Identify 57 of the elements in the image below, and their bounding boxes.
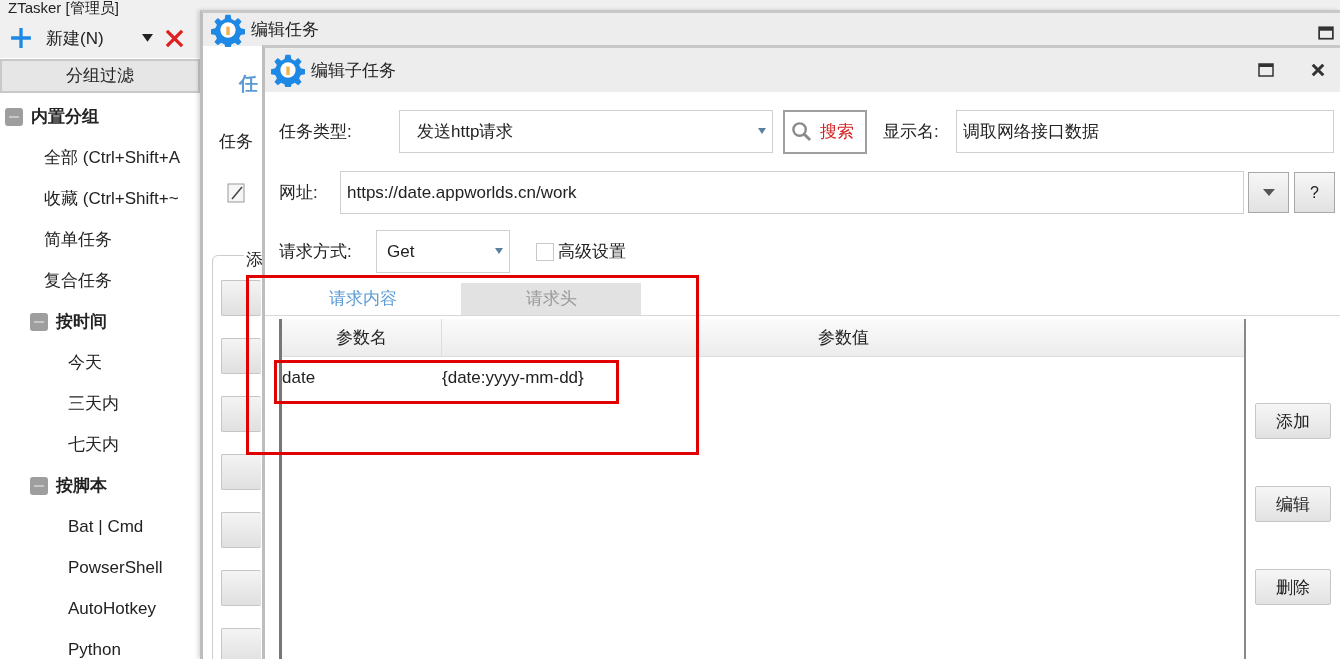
- tree-item[interactable]: 三天内: [68, 392, 119, 415]
- tree-item[interactable]: 简单任务: [44, 228, 112, 251]
- collapse-icon[interactable]: [30, 312, 48, 331]
- url-field[interactable]: https://date.appworlds.cn/work: [340, 171, 1244, 214]
- tree-item[interactable]: 七天内: [68, 433, 119, 456]
- column-header[interactable]: 参数值: [442, 319, 1244, 356]
- maximize-icon[interactable]: [1258, 63, 1274, 77]
- side-button[interactable]: [221, 338, 261, 374]
- collapse-icon[interactable]: [30, 476, 48, 495]
- action-button[interactable]: 删除: [1255, 569, 1331, 605]
- display-name-field[interactable]: 调取网络接口数据: [956, 110, 1334, 153]
- tree-group[interactable]: 按时间: [56, 310, 107, 333]
- checkbox-label[interactable]: 高级设置: [558, 240, 626, 263]
- search-button[interactable]: 搜索: [783, 109, 867, 154]
- caret-icon: [758, 128, 766, 134]
- group-filter-header[interactable]: 分组过滤: [0, 59, 200, 93]
- task-type-dropdown[interactable]: 发送http请求: [399, 110, 773, 153]
- field-label: 请求方式:: [279, 241, 353, 263]
- close-icon[interactable]: [1310, 63, 1326, 77]
- tree-group[interactable]: 内置分组: [31, 105, 99, 128]
- search-icon: [791, 121, 812, 142]
- plus-icon: [10, 27, 32, 49]
- tree-item[interactable]: PowserShell: [68, 557, 163, 578]
- maximize-icon[interactable]: [1318, 26, 1334, 40]
- field-label: 网址:: [279, 182, 319, 204]
- tree-item[interactable]: Bat | Cmd: [68, 516, 144, 537]
- tree-item[interactable]: 收藏 (Ctrl+Shift+~: [44, 187, 179, 210]
- table-cell: date: [282, 368, 316, 388]
- action-button[interactable]: 编辑: [1255, 486, 1331, 522]
- side-button[interactable]: [221, 396, 261, 432]
- side-button[interactable]: [221, 280, 261, 316]
- delete-icon[interactable]: [164, 28, 184, 48]
- dropdown-caret-icon[interactable]: [141, 33, 153, 43]
- tree-item[interactable]: 全部 (Ctrl+Shift+A: [44, 146, 181, 169]
- tree-item[interactable]: Python: [68, 639, 121, 659]
- app-logo-icon: [271, 53, 305, 87]
- column-header[interactable]: 参数名: [282, 319, 442, 356]
- table-cell: {date:yyyy-mm-dd}: [442, 368, 584, 388]
- caret-icon: [495, 248, 503, 254]
- field-label: 显示名:: [883, 121, 940, 143]
- window-title: 编辑子任务: [311, 59, 396, 82]
- tree-item[interactable]: AutoHotkey: [68, 598, 156, 619]
- help-button[interactable]: ?: [1294, 172, 1335, 213]
- caret-icon: [1262, 189, 1275, 196]
- tree-group[interactable]: 按脚本: [56, 474, 107, 497]
- checkbox[interactable]: [536, 242, 554, 261]
- dropdown-button[interactable]: [1248, 172, 1289, 213]
- collapse-icon[interactable]: [5, 107, 23, 126]
- field-label: 任务: [219, 131, 253, 153]
- window-title: 编辑任务: [251, 19, 319, 41]
- pencil-icon[interactable]: [227, 182, 247, 204]
- tree-item[interactable]: 复合任务: [44, 269, 112, 292]
- action-button[interactable]: 添加: [1255, 403, 1331, 439]
- field-label: 任务类型:: [279, 121, 353, 143]
- new-button[interactable]: 新建(N): [10, 23, 104, 53]
- tree-item[interactable]: 今天: [68, 351, 102, 374]
- method-dropdown[interactable]: Get: [376, 230, 510, 273]
